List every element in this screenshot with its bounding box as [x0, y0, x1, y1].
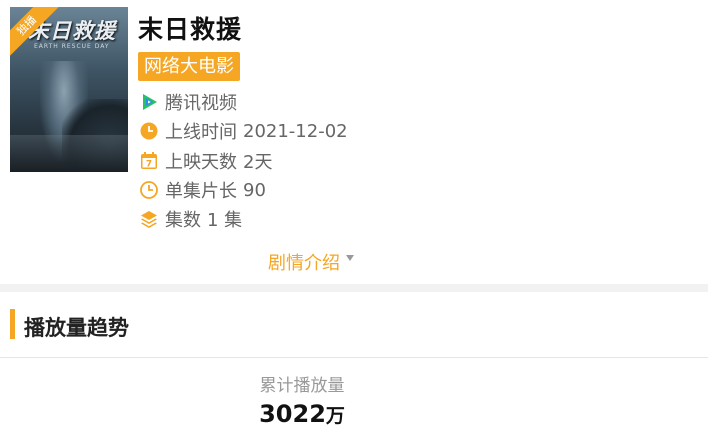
release-date-value: 2021-12-02 — [243, 120, 348, 142]
svg-text:7: 7 — [146, 160, 152, 170]
days-showing-label: 上映天数 — [165, 152, 237, 173]
total-views-unit: 万 — [325, 405, 345, 427]
episode-length-label: 单集片长 — [165, 181, 237, 202]
category-badge: 网络大电影 — [138, 52, 240, 81]
release-date-label: 上线时间 — [165, 122, 237, 143]
section-divider — [0, 284, 708, 292]
movie-header: 末日救援 EARTH RESCUE DAY 独播 末日救援 网络大电影 腾讯视频… — [0, 0, 708, 284]
total-views-number: 3022 — [259, 400, 326, 428]
poster-debris — [10, 135, 128, 172]
synopsis-toggle[interactable]: 剧情介绍 — [268, 249, 354, 275]
total-views-value: 3022万 — [0, 400, 604, 428]
movie-poster[interactable]: 末日救援 EARTH RESCUE DAY 独播 — [10, 7, 128, 172]
total-views-label: 累计播放量 — [259, 376, 345, 396]
section-accent-bar — [10, 309, 15, 339]
trend-heading: 播放量趋势 — [24, 316, 129, 340]
platform-name: 腾讯视频 — [165, 93, 237, 114]
days-showing-row: 7 上映天数 2天 — [139, 148, 272, 174]
release-date-row: 上线时间 2021-12-02 — [139, 118, 348, 144]
poster-subtitle: EARTH RESCUE DAY — [34, 43, 110, 50]
tencent-video-icon — [139, 92, 159, 112]
episode-count-value: 1 集 — [207, 210, 243, 231]
platform-row: 腾讯视频 — [139, 89, 237, 115]
synopsis-label: 剧情介绍 — [268, 253, 340, 274]
clock-icon — [139, 121, 159, 141]
layers-icon — [139, 209, 159, 229]
episode-length-value: 90 — [243, 179, 266, 201]
episode-length-row: 单集片长 90 — [139, 177, 266, 203]
trend-section-header: 播放量趋势 — [0, 292, 708, 358]
calendar-icon: 7 — [139, 151, 159, 171]
timer-icon — [139, 180, 159, 200]
caret-down-icon — [346, 255, 354, 261]
episode-count-label: 集数 — [165, 210, 201, 231]
movie-title: 末日救援 — [138, 15, 243, 44]
days-showing-value: 2天 — [243, 152, 273, 173]
episode-count-row: 集数 1 集 — [139, 206, 242, 232]
